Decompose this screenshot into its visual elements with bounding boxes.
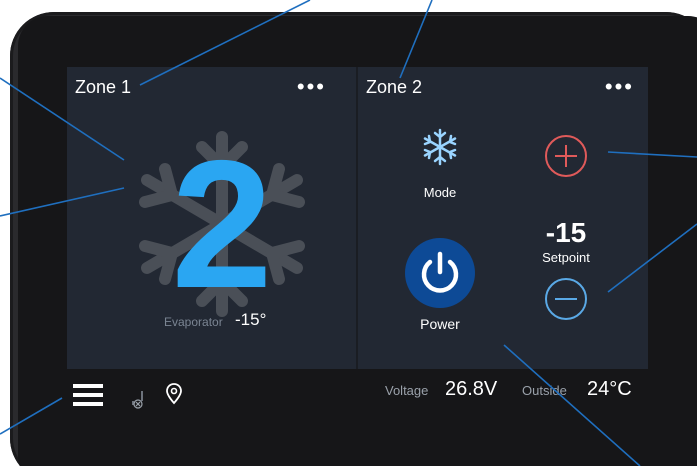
voltage-value: 26.8V [445, 378, 498, 400]
increase-setpoint-button[interactable] [545, 135, 587, 177]
power-icon [421, 251, 459, 293]
plus-icon [555, 145, 577, 167]
evaporator-label: Evaporator [164, 315, 223, 329]
location-pin-icon[interactable] [166, 383, 182, 405]
zone-1-status-number: 2 [171, 122, 273, 326]
hamburger-menu-icon[interactable] [73, 383, 103, 407]
voltage-label: Voltage [385, 383, 429, 398]
no-signal-icon [132, 391, 143, 409]
status-bar: Voltage 26.8V Outside 24°C [67, 375, 648, 415]
setpoint-label: Setpoint [542, 250, 590, 265]
evaporator-temperature: -15° [235, 310, 267, 329]
setpoint-value: -15 [545, 217, 587, 248]
decrease-setpoint-button[interactable] [545, 278, 587, 320]
snowflake-icon[interactable] [420, 127, 460, 167]
mode-label: Mode [423, 185, 457, 200]
zone-2-more-icon[interactable]: ••• [605, 76, 634, 98]
minus-icon [555, 298, 577, 300]
display-screen: Zone 1 ••• 2 Evaporator -15° Zone 2 ••• [67, 67, 648, 369]
zone-1-panel: Zone 1 ••• 2 Evaporator -15° [67, 67, 356, 369]
zone-2-title: Zone 2 [366, 77, 423, 97]
power-label: Power [420, 316, 460, 332]
outside-label: Outside [522, 383, 567, 398]
zone-2-panel: Zone 2 ••• Mode Power -15 Setpoint [358, 67, 648, 369]
zone-1-title: Zone 1 [75, 77, 132, 97]
power-button[interactable] [405, 238, 475, 308]
outside-temperature-value: 24°C [587, 378, 632, 400]
zone-1-more-icon[interactable]: ••• [297, 76, 326, 98]
